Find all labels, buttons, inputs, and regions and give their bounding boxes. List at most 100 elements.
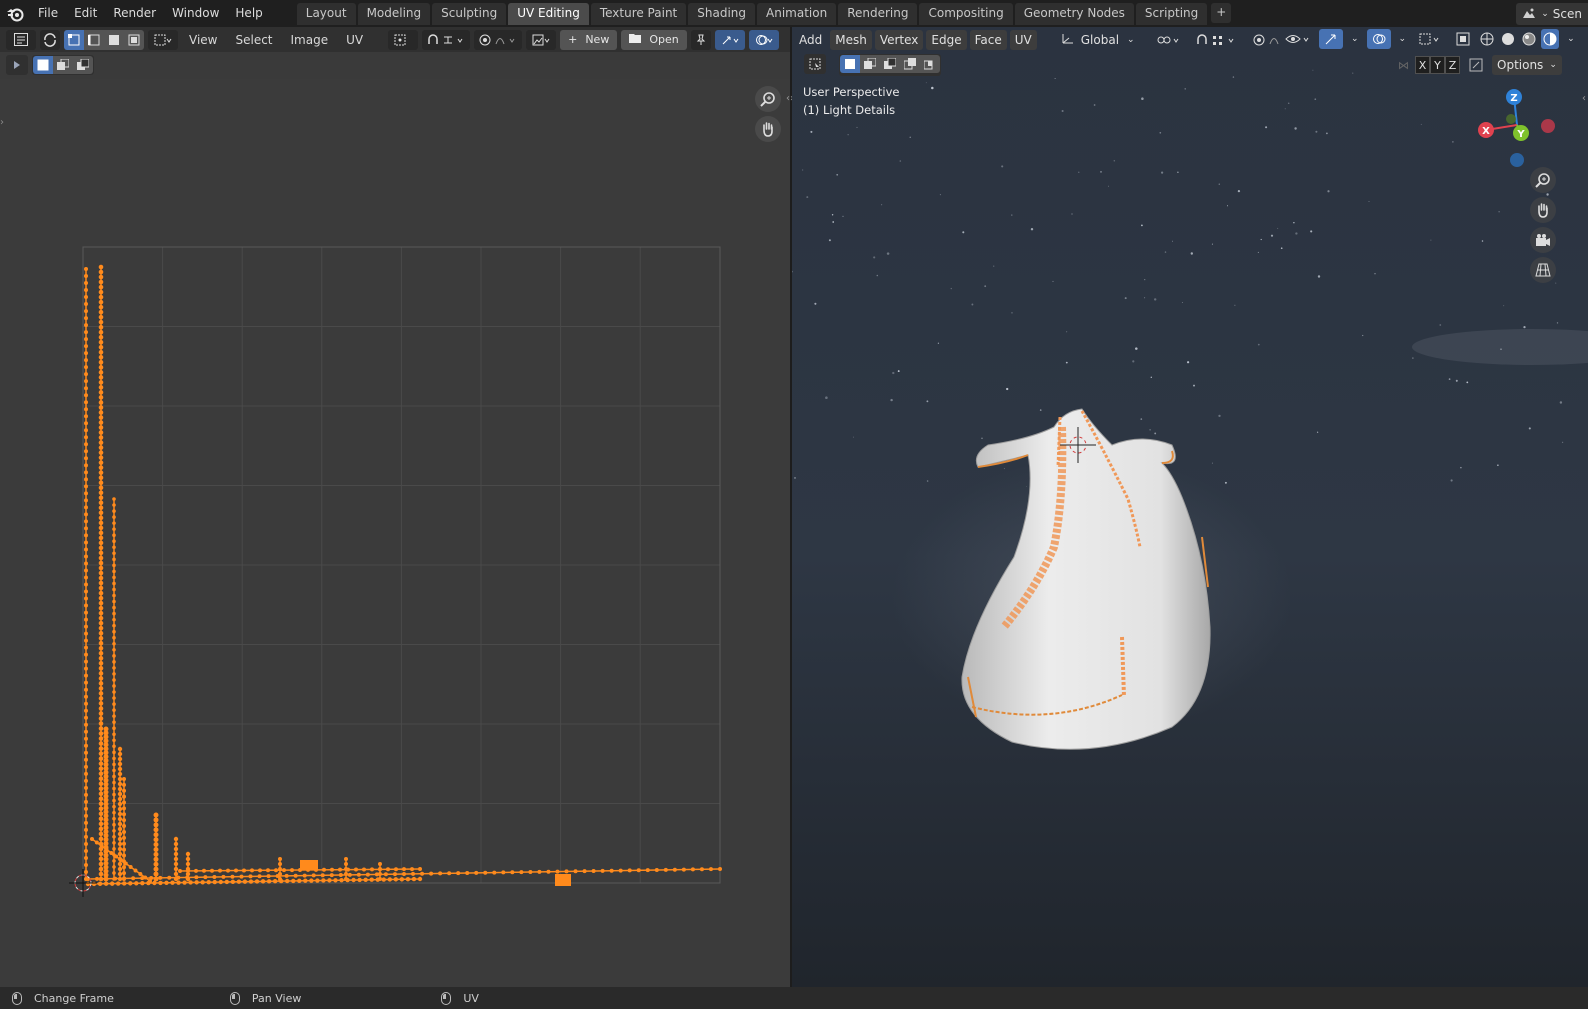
- select-extend-icon[interactable]: [53, 56, 73, 74]
- perspective-toggle-icon[interactable]: [1530, 257, 1556, 283]
- gizmo-toggle-icon[interactable]: [714, 29, 745, 50]
- tab-compositing[interactable]: Compositing: [919, 2, 1013, 25]
- 3d-viewport[interactable]: Add Mesh Vertex Edge Face UV Global ⌄ ⌄ …: [792, 27, 1588, 987]
- mesh-edit-overlay-icon[interactable]: [1414, 29, 1448, 49]
- pivot-icon[interactable]: [1151, 30, 1187, 50]
- mirror-y-toggle[interactable]: Y: [1430, 56, 1445, 74]
- edge-select-icon[interactable]: [84, 29, 104, 50]
- overlay-toggle-icon[interactable]: [748, 29, 779, 50]
- island-select-icon[interactable]: [124, 29, 144, 50]
- tab-layout[interactable]: Layout: [296, 2, 356, 25]
- xray-toggle-icon[interactable]: [1451, 29, 1475, 49]
- menu-uv[interactable]: UV: [339, 33, 370, 47]
- pin-icon[interactable]: [690, 29, 711, 50]
- open-image-button[interactable]: Open: [621, 29, 687, 50]
- tab-modeling[interactable]: Modeling: [357, 2, 431, 25]
- mirror-z-toggle[interactable]: Z: [1445, 56, 1460, 74]
- new-image-button[interactable]: + New: [560, 29, 618, 50]
- mouse-left-icon: [12, 991, 22, 1005]
- snap-toggle-icon[interactable]: [1190, 30, 1244, 50]
- zoom-icon[interactable]: [755, 86, 781, 112]
- navigation-gizmo[interactable]: Z X Y: [1472, 85, 1562, 175]
- blender-logo-icon[interactable]: [0, 0, 30, 27]
- orientation-icon: [1061, 32, 1075, 47]
- tab-scripting[interactable]: Scripting: [1135, 2, 1208, 25]
- uv-canvas[interactable]: ›: [0, 79, 790, 987]
- add-workspace-button[interactable]: +: [1211, 2, 1232, 23]
- tab-shading[interactable]: Shading: [688, 2, 755, 25]
- vertex-select-icon[interactable]: [64, 29, 84, 50]
- menu-render[interactable]: Render: [105, 0, 164, 27]
- menu-edit[interactable]: Edit: [66, 0, 105, 27]
- camera-view-icon[interactable]: [1530, 227, 1556, 253]
- new-label: New: [585, 33, 610, 46]
- shading-rendered-icon[interactable]: [1541, 29, 1560, 49]
- y-axis-label: Y: [1516, 129, 1525, 140]
- sync-selection-icon[interactable]: [40, 29, 60, 50]
- select-new-icon[interactable]: [33, 56, 53, 74]
- z-axis-label: Z: [1510, 93, 1517, 104]
- menu-image[interactable]: Image: [284, 33, 336, 47]
- select-extend-icon[interactable]: [860, 55, 880, 73]
- chevron-down-icon: ⌄: [1127, 34, 1135, 45]
- menu-add[interactable]: Add: [794, 30, 827, 50]
- scene-selector[interactable]: ⌄ Scen: [1516, 3, 1588, 25]
- options-dropdown[interactable]: Options ⌄: [1492, 55, 1562, 75]
- menu-edge[interactable]: Edge: [926, 29, 967, 50]
- menu-select[interactable]: Select: [228, 33, 279, 47]
- face-select-icon[interactable]: [104, 29, 124, 50]
- chevron-down-icon[interactable]: ⌄: [1346, 29, 1364, 49]
- select-subtract-icon[interactable]: [73, 56, 93, 74]
- shading-material-icon[interactable]: [1520, 29, 1538, 49]
- sidebar-expand-icon[interactable]: ‹: [1582, 93, 1586, 104]
- sidebar-expand-icon[interactable]: ›: [0, 117, 4, 128]
- tab-uv-editing[interactable]: UV Editing: [508, 2, 589, 25]
- mirror-x-toggle[interactable]: X: [1415, 56, 1430, 74]
- chevron-down-icon[interactable]: ⌄: [1394, 29, 1412, 49]
- menu-window[interactable]: Window: [164, 0, 227, 27]
- uv-select-mode: [64, 29, 144, 50]
- select-new-icon[interactable]: [840, 55, 860, 73]
- auto-merge-icon[interactable]: [1464, 55, 1488, 75]
- uv-editor-header: View Select Image UV + New Open: [0, 27, 790, 52]
- menu-help[interactable]: Help: [227, 0, 270, 27]
- selection-mode-group: [32, 55, 94, 75]
- uv-tool-row: [6, 54, 94, 76]
- tab-animation[interactable]: Animation: [757, 2, 837, 25]
- proportional-edit-icon[interactable]: [474, 29, 523, 50]
- menu-face[interactable]: Face: [969, 29, 1007, 50]
- visibility-eye-icon[interactable]: [1280, 29, 1316, 49]
- sticky-selection-icon[interactable]: [148, 29, 178, 50]
- menu-view[interactable]: View: [182, 33, 224, 47]
- transform-orientation-dropdown[interactable]: Global ⌄: [1056, 30, 1140, 50]
- tab-sculpting[interactable]: Sculpting: [432, 2, 507, 25]
- tab-texture-paint[interactable]: Texture Paint: [590, 2, 687, 25]
- zoom-icon[interactable]: [1530, 167, 1556, 193]
- menu-vertex[interactable]: Vertex: [874, 29, 924, 50]
- pan-hand-icon[interactable]: [755, 116, 781, 142]
- menu-mesh[interactable]: Mesh: [830, 29, 872, 50]
- pivot-point-icon[interactable]: [388, 29, 419, 50]
- toolbar-expand-icon[interactable]: [6, 55, 28, 75]
- tab-geometry-nodes[interactable]: Geometry Nodes: [1014, 2, 1134, 25]
- image-browse-icon[interactable]: [526, 29, 557, 50]
- select-subtract-icon[interactable]: [880, 55, 900, 73]
- pan-hand-icon[interactable]: [1530, 197, 1556, 223]
- select-intersect-icon[interactable]: [920, 55, 940, 73]
- editor-type-button[interactable]: [6, 29, 36, 50]
- chevron-down-icon[interactable]: ⌄: [1562, 29, 1580, 49]
- shading-solid-icon[interactable]: [1499, 29, 1517, 49]
- gizmo-icon[interactable]: [1319, 29, 1343, 49]
- menu-uv[interactable]: UV: [1009, 29, 1037, 50]
- select-invert-icon[interactable]: [900, 55, 920, 73]
- overlays-icon[interactable]: [1366, 29, 1391, 49]
- mirror-axis-group: ⋈ X Y Z Options ⌄: [1398, 55, 1562, 75]
- tab-rendering[interactable]: Rendering: [838, 2, 918, 25]
- snap-icon[interactable]: [422, 29, 471, 50]
- x-axis-label: X: [1482, 126, 1490, 137]
- menu-file[interactable]: File: [30, 0, 66, 27]
- select-box-icon[interactable]: [804, 54, 826, 74]
- uv-editor: View Select Image UV + New Open › ‹›: [0, 27, 794, 987]
- uv-islands: [84, 264, 722, 887]
- shading-wireframe-icon[interactable]: [1478, 29, 1496, 49]
